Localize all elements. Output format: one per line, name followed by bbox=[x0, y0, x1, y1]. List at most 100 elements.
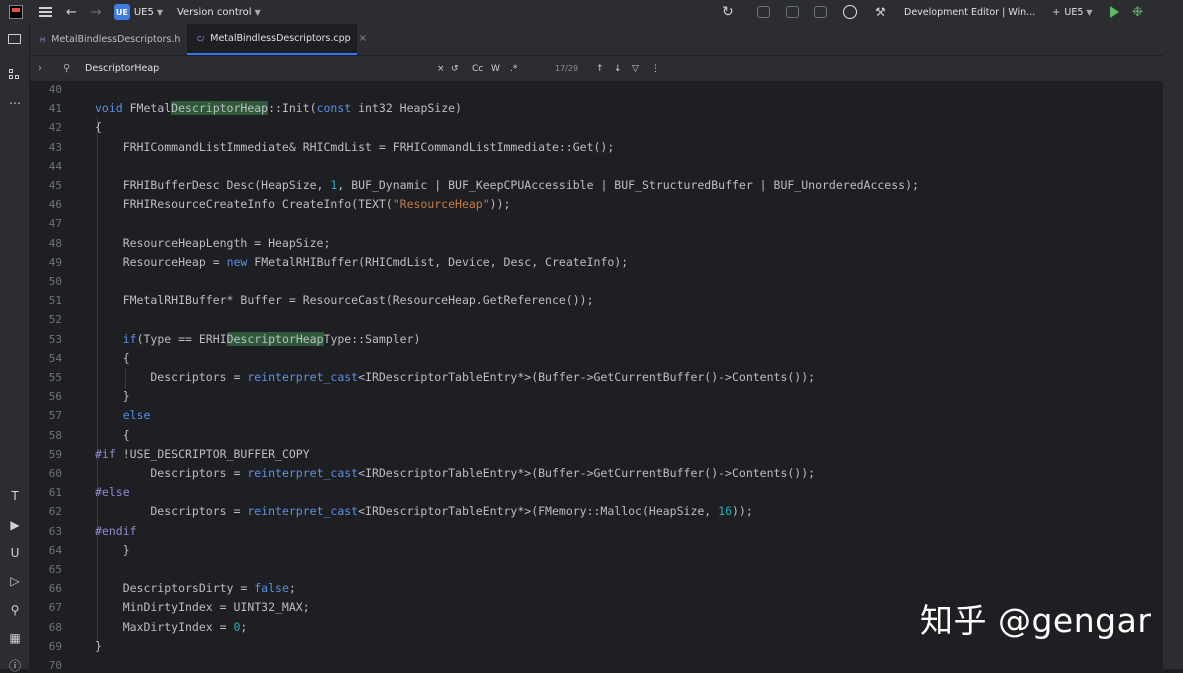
expand-replace-icon[interactable]: › bbox=[38, 63, 42, 74]
line-number[interactable]: 61 bbox=[30, 483, 62, 502]
line-number[interactable]: 47 bbox=[30, 214, 62, 233]
line-number[interactable]: 67 bbox=[30, 598, 62, 617]
debug-bug-icon[interactable]: ❉ bbox=[1132, 5, 1143, 20]
code-line[interactable]: 52 bbox=[30, 310, 1163, 329]
code-line[interactable]: 49 ResourceHeap = new FMetalRHIBuffer(RH… bbox=[30, 253, 1163, 272]
line-number[interactable]: 60 bbox=[30, 464, 62, 483]
code-line[interactable]: 51 FMetalRHIBuffer* Buffer = ResourceCas… bbox=[30, 291, 1163, 310]
line-number[interactable]: 62 bbox=[30, 502, 62, 521]
code-text[interactable]: ResourceHeapLength = HeapSize; bbox=[95, 234, 331, 253]
code-line[interactable]: 47 bbox=[30, 214, 1163, 233]
code-text[interactable]: Descriptors = reinterpret_cast<IRDescrip… bbox=[95, 368, 815, 387]
line-number[interactable]: 58 bbox=[30, 426, 62, 445]
line-number[interactable]: 55 bbox=[30, 368, 62, 387]
tab-header-file[interactable]: H MetalBindlessDescriptors.h bbox=[30, 24, 192, 55]
line-number[interactable]: 42 bbox=[30, 118, 62, 137]
line-number[interactable]: 66 bbox=[30, 579, 62, 598]
next-match-icon[interactable]: ↓ bbox=[614, 64, 622, 74]
code-line[interactable]: 61 #else bbox=[30, 483, 1163, 502]
close-tab-icon[interactable]: × bbox=[359, 33, 367, 44]
refresh-icon[interactable]: ↻ bbox=[722, 4, 734, 20]
line-number[interactable]: 45 bbox=[30, 176, 62, 195]
code-line[interactable]: 59 #if !USE_DESCRIPTOR_BUFFER_COPY bbox=[30, 445, 1163, 464]
code-text[interactable]: } bbox=[95, 637, 102, 656]
code-text[interactable]: DescriptorsDirty = false; bbox=[95, 579, 296, 598]
code-text[interactable]: { bbox=[95, 118, 102, 137]
code-text[interactable]: MaxDirtyIndex = 0; bbox=[95, 618, 248, 637]
terminal-icon[interactable]: ▦ bbox=[8, 631, 22, 645]
code-text[interactable]: Descriptors = reinterpret_cast<IRDescrip… bbox=[95, 464, 815, 483]
line-number[interactable]: 40 bbox=[30, 82, 62, 99]
code-text[interactable]: if(Type == ERHIDescriptorHeapType::Sampl… bbox=[95, 330, 420, 349]
line-number[interactable]: 65 bbox=[30, 560, 62, 579]
find-input[interactable] bbox=[85, 63, 385, 74]
target-selector[interactable]: UE5 bbox=[1064, 7, 1083, 18]
code-line[interactable]: 62 Descriptors = reinterpret_cast<IRDesc… bbox=[30, 502, 1163, 521]
line-number[interactable]: 41 bbox=[30, 99, 62, 118]
project-badge[interactable]: UE bbox=[113, 4, 130, 20]
code-text[interactable]: FRHIBufferDesc Desc(HeapSize, 1, BUF_Dyn… bbox=[95, 176, 919, 195]
debug-run-icon[interactable]: ▷ bbox=[8, 574, 22, 588]
code-line[interactable]: 48 ResourceHeapLength = HeapSize; bbox=[30, 234, 1163, 253]
filter-icon[interactable]: ▽ bbox=[632, 64, 639, 74]
code-line[interactable]: 65 bbox=[30, 560, 1163, 579]
tab-cpp-file[interactable]: C/ MetalBindlessDescriptors.cpp × bbox=[187, 24, 367, 55]
search-icon[interactable]: ⚲ bbox=[8, 603, 22, 617]
code-line[interactable]: 42 { bbox=[30, 118, 1163, 137]
build-hammer-icon[interactable]: ⚒ bbox=[875, 5, 886, 19]
previous-match-icon[interactable]: ↑ bbox=[596, 64, 604, 74]
more-options-icon[interactable]: ⋮ bbox=[651, 64, 660, 74]
project-folder-icon[interactable] bbox=[8, 34, 21, 44]
code-text[interactable]: else bbox=[95, 406, 151, 425]
code-line[interactable]: 64 } bbox=[30, 541, 1163, 560]
code-text[interactable]: } bbox=[95, 541, 130, 560]
code-text[interactable]: { bbox=[95, 426, 130, 445]
code-line[interactable]: 55 Descriptors = reinterpret_cast<IRDesc… bbox=[30, 368, 1163, 387]
code-line[interactable]: 58 { bbox=[30, 426, 1163, 445]
structure-icon[interactable] bbox=[9, 69, 20, 80]
line-number[interactable]: 56 bbox=[30, 387, 62, 406]
match-case-toggle[interactable]: Cc bbox=[472, 64, 483, 74]
code-text[interactable]: #endif bbox=[95, 522, 137, 541]
line-number[interactable]: 44 bbox=[30, 157, 62, 176]
more-tools-icon[interactable]: ⋯ bbox=[8, 96, 22, 110]
line-number[interactable]: 54 bbox=[30, 349, 62, 368]
line-number[interactable]: 46 bbox=[30, 195, 62, 214]
code-line[interactable]: 46 FRHIResourceCreateInfo CreateInfo(TEX… bbox=[30, 195, 1163, 214]
build-tool-icon[interactable]: T bbox=[8, 489, 22, 503]
rider-logo-icon[interactable] bbox=[9, 5, 23, 19]
code-text[interactable]: void FMetalDescriptorHeap::Init(const in… bbox=[95, 99, 462, 118]
line-number[interactable]: 53 bbox=[30, 330, 62, 349]
line-number[interactable]: 64 bbox=[30, 541, 62, 560]
code-text[interactable]: FRHIResourceCreateInfo CreateInfo(TEXT("… bbox=[95, 195, 511, 214]
history-icon[interactable]: ↺ bbox=[451, 64, 459, 74]
code-line[interactable]: 40 bbox=[30, 82, 1163, 99]
line-number[interactable]: 57 bbox=[30, 406, 62, 425]
line-number[interactable]: 70 bbox=[30, 656, 62, 669]
code-line[interactable]: 57 else bbox=[30, 406, 1163, 425]
back-arrow-icon[interactable]: ← bbox=[66, 5, 77, 20]
line-number[interactable]: 63 bbox=[30, 522, 62, 541]
run-configuration-selector[interactable]: Development Editor | Win... bbox=[904, 7, 1035, 18]
code-text[interactable]: FMetalRHIBuffer* Buffer = ResourceCast(R… bbox=[95, 291, 594, 310]
code-line[interactable]: 53 if(Type == ERHIDescriptorHeapType::Sa… bbox=[30, 330, 1163, 349]
code-text[interactable]: #if !USE_DESCRIPTOR_BUFFER_COPY bbox=[95, 445, 310, 464]
regex-toggle[interactable]: .* bbox=[510, 64, 517, 74]
code-line[interactable]: 50 bbox=[30, 272, 1163, 291]
line-number[interactable]: 48 bbox=[30, 234, 62, 253]
problems-icon[interactable]: ⓘ bbox=[8, 659, 22, 673]
code-line[interactable]: 60 Descriptors = reinterpret_cast<IRDesc… bbox=[30, 464, 1163, 483]
code-line[interactable]: 63 #endif bbox=[30, 522, 1163, 541]
code-text[interactable]: { bbox=[95, 349, 130, 368]
forward-arrow-icon[interactable]: → bbox=[91, 5, 102, 20]
code-text[interactable]: MinDirtyIndex = UINT32_MAX; bbox=[95, 598, 310, 617]
unreal-engine-icon[interactable] bbox=[843, 5, 857, 19]
clear-search-icon[interactable]: × bbox=[437, 64, 445, 74]
line-number[interactable]: 69 bbox=[30, 637, 62, 656]
code-text[interactable]: FRHICommandListImmediate& RHICmdList = F… bbox=[95, 138, 615, 157]
code-line[interactable]: 41 void FMetalDescriptorHeap::Init(const … bbox=[30, 99, 1163, 118]
code-line[interactable]: 43 FRHICommandListImmediate& RHICmdList … bbox=[30, 138, 1163, 157]
code-editor[interactable]: 40 41 void FMetalDescriptorHeap::Init(cons… bbox=[30, 82, 1163, 669]
code-text[interactable]: } bbox=[95, 387, 130, 406]
version-control-menu[interactable]: Version control ▼ bbox=[163, 7, 261, 18]
